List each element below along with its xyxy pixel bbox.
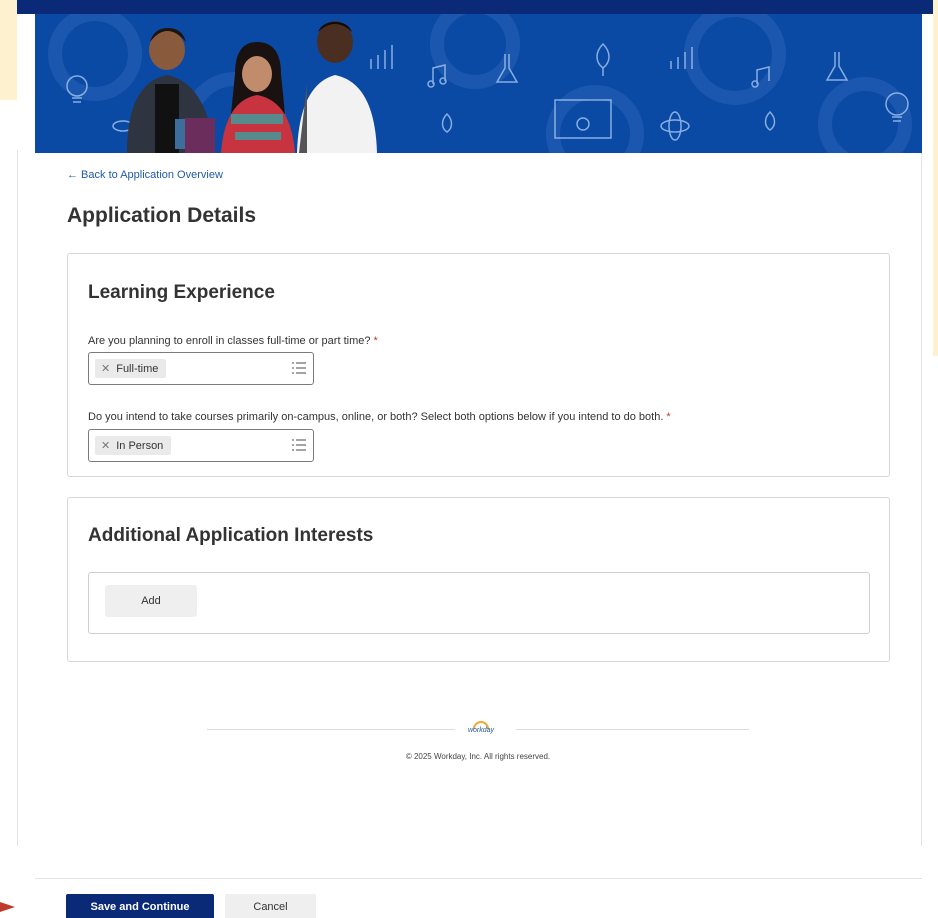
top-brand-bar <box>17 0 933 14</box>
learning-experience-title: Learning Experience <box>88 282 275 303</box>
enrollment-question-label: Are you planning to enroll in classes fu… <box>88 335 378 347</box>
enrollment-question-text: Are you planning to enroll in classes fu… <box>88 335 371 347</box>
banner-illustration <box>48 14 912 153</box>
workday-logo-text: workday <box>467 727 495 734</box>
copyright-text: © 2025 Workday, Inc. All rights reserved… <box>405 752 551 761</box>
course-mode-question-label: Do you intend to take courses primarily … <box>88 411 671 423</box>
required-asterisk: * <box>666 411 671 423</box>
page-title: Application Details <box>67 204 257 227</box>
course-mode-question-text: Do you intend to take courses primarily … <box>88 411 664 423</box>
students-photo <box>127 21 377 153</box>
page-border-left <box>17 150 18 846</box>
left-accent-strip <box>0 0 17 100</box>
selected-option-label: Full-time <box>116 362 159 375</box>
list-icon[interactable] <box>292 362 306 374</box>
required-asterisk: * <box>373 335 378 347</box>
list-icon[interactable] <box>292 439 306 451</box>
enrollment-select[interactable]: ✕ Full-time <box>88 352 314 385</box>
additional-interests-card: Additional Application Interests Add <box>67 497 890 662</box>
arrow-right-icon <box>0 902 15 912</box>
remove-selection-icon[interactable]: ✕ <box>101 439 110 452</box>
cancel-button[interactable]: Cancel <box>225 894 316 918</box>
course-mode-select[interactable]: ✕ In Person <box>88 429 314 462</box>
page-border-right <box>921 150 922 846</box>
add-button[interactable]: Add <box>105 585 197 617</box>
selected-option-pill: ✕ Full-time <box>95 359 167 378</box>
workday-logo: workday <box>466 721 496 735</box>
selected-option-pill: ✕ In Person <box>95 436 172 455</box>
footer-divider-right <box>516 729 749 730</box>
learning-experience-card: Learning Experience Are you planning to … <box>67 253 890 477</box>
hero-banner <box>35 14 922 153</box>
additional-interests-list: Add <box>88 572 870 634</box>
action-bar-divider <box>35 878 922 879</box>
right-accent-strip <box>933 0 938 356</box>
additional-interests-title: Additional Application Interests <box>88 525 374 546</box>
back-to-overview-link[interactable]: ← Back to Application Overview <box>67 169 223 181</box>
footer-divider-left <box>207 729 455 730</box>
save-and-continue-button[interactable]: Save and Continue <box>66 894 214 918</box>
remove-selection-icon[interactable]: ✕ <box>101 362 110 375</box>
selected-option-label: In Person <box>116 439 164 452</box>
